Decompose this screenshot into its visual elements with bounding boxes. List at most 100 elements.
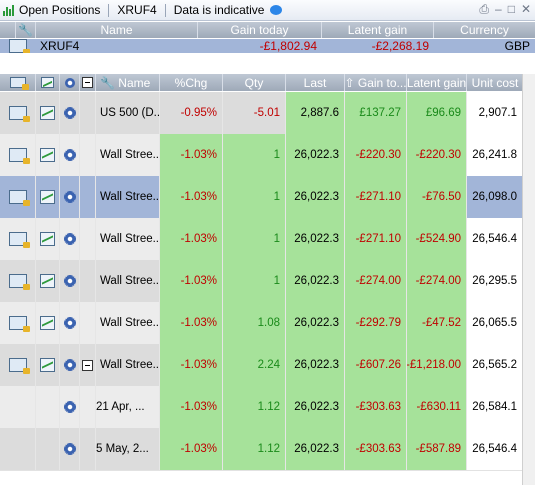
summary-col-icon xyxy=(0,22,16,38)
position-qty: 1.12 xyxy=(223,386,286,428)
position-name: Wall Stree... xyxy=(96,176,160,218)
close-icon[interactable]: ✕ xyxy=(521,2,531,17)
position-chg: -1.03% xyxy=(160,302,223,344)
position-chg: -1.03% xyxy=(160,260,223,302)
summary-col-currency[interactable]: Currency xyxy=(434,22,535,38)
position-gain-today: £137.27 xyxy=(345,92,407,134)
summary-col-gain-today[interactable]: Gain today xyxy=(198,22,322,38)
position-qty: 1.12 xyxy=(223,428,286,470)
empty-cell xyxy=(80,386,96,428)
settings-icon[interactable] xyxy=(60,428,80,470)
settings-icon[interactable] xyxy=(60,218,80,260)
empty-cell xyxy=(0,386,36,428)
position-latent-gain: -£524.90 xyxy=(407,218,467,260)
col-last[interactable]: Last xyxy=(286,74,345,91)
position-row[interactable]: Wall Stree... -1.03% 1.08 26,022.3 -£292.79-… xyxy=(0,302,535,345)
divider xyxy=(108,3,110,17)
position-row[interactable]: Wall Stree... -1.03% 1 26,022.3 -£271.10 -£76… xyxy=(0,176,535,219)
trade-icon[interactable] xyxy=(0,260,36,302)
account-gain-today: -£1,802.94 xyxy=(259,39,317,53)
print-icon[interactable]: ⎙ xyxy=(479,2,489,17)
position-row[interactable]: Wall Stree... -1.03% 2.24 26,022.3 -£607.26-… xyxy=(0,344,535,387)
chart-icon[interactable] xyxy=(36,134,60,176)
position-name: US 500 (D... xyxy=(96,92,160,134)
position-last: 26,022.3 xyxy=(286,428,345,470)
empty-cell xyxy=(80,176,96,218)
col-qty[interactable]: Qty xyxy=(223,74,286,91)
maximize-icon[interactable]: □ xyxy=(508,2,515,17)
position-last: 26,022.3 xyxy=(286,134,345,176)
summary-col-latent-gain[interactable]: Latent gain xyxy=(322,22,434,38)
empty-cell xyxy=(36,428,60,470)
position-unit-cost: 26,584.1 xyxy=(467,386,523,428)
header-trade-icon xyxy=(0,74,36,91)
col-gain-today[interactable]: ⇧ Gain to... xyxy=(345,74,407,91)
trade-icon[interactable] xyxy=(0,218,36,260)
chart-icon[interactable] xyxy=(36,344,60,386)
position-name: Wall Stree... xyxy=(96,302,160,344)
account-summary-row[interactable]: XRUF4 -£1,802.94 -£2,268.19 GBP xyxy=(0,39,535,53)
position-chg: -1.03% xyxy=(160,386,223,428)
position-qty: 2.24 xyxy=(223,344,286,386)
header-expand-icon[interactable] xyxy=(80,74,96,91)
trade-icon[interactable] xyxy=(0,302,36,344)
col-unit-cost[interactable]: Unit cost xyxy=(467,74,523,91)
position-latent-gain: -£76.50 xyxy=(407,176,467,218)
settings-icon[interactable] xyxy=(60,386,80,428)
position-row[interactable]: Wall Stree... -1.03% 1 26,022.3 -£274.00 -£27… xyxy=(0,260,535,303)
settings-icon[interactable] xyxy=(60,302,80,344)
settings-icon[interactable] xyxy=(60,134,80,176)
position-row[interactable]: Wall Stree... -1.03% 1 26,022.3 -£271.10 -£52… xyxy=(0,218,535,261)
col-chg[interactable]: %Chg xyxy=(160,74,223,91)
empty-cell xyxy=(0,428,36,470)
chart-icon[interactable] xyxy=(36,92,60,134)
settings-icon[interactable] xyxy=(60,260,80,302)
position-chg: -1.03% xyxy=(160,428,223,470)
chart-icon[interactable] xyxy=(36,218,60,260)
settings-icon[interactable] xyxy=(60,344,80,386)
col-latent-gain[interactable]: Latent gain xyxy=(407,74,467,91)
position-name: Wall Stree... xyxy=(96,134,160,176)
position-qty: 1 xyxy=(223,176,286,218)
position-row[interactable]: US 500 (D... -0.95% -5.01 2,887.6 £137.27 £96… xyxy=(0,92,535,135)
data-indicative-label: Data is indicative xyxy=(173,3,265,17)
collapse-icon[interactable] xyxy=(80,344,96,386)
sub-position-row[interactable]: 5 May, 2... -1.03% 1.12 26,022.3 -£303.63 -£5… xyxy=(0,428,535,471)
wrench-icon[interactable]: 🔧 xyxy=(100,76,115,90)
trade-icon[interactable] xyxy=(0,39,36,53)
empty-cell xyxy=(80,302,96,344)
position-name: Wall Stree... xyxy=(96,344,160,386)
account-name: XRUF4 xyxy=(40,39,80,53)
position-latent-gain: -£274.00 xyxy=(407,260,467,302)
trade-icon[interactable] xyxy=(0,176,36,218)
position-gain-today: -£607.26 xyxy=(345,344,407,386)
wrench-icon[interactable]: 🔧 xyxy=(16,22,36,38)
settings-icon[interactable] xyxy=(60,176,80,218)
trade-icon[interactable] xyxy=(0,344,36,386)
position-unit-cost: 2,907.1 xyxy=(467,92,523,134)
chart-icon[interactable] xyxy=(36,260,60,302)
vertical-scrollbar[interactable] xyxy=(522,74,535,485)
chart-icon[interactable] xyxy=(36,176,60,218)
position-chg: -1.03% xyxy=(160,218,223,260)
position-row[interactable]: Wall Stree... -1.03% 1 26,022.3 -£220.30 -£22… xyxy=(0,134,535,177)
empty-cell xyxy=(80,92,96,134)
position-name: Wall Stree... xyxy=(96,260,160,302)
sub-position-row[interactable]: 21 Apr, ... -1.03% 1.12 26,022.3 -£303.63 -£6… xyxy=(0,386,535,429)
position-latent-gain: -£1,218.00 xyxy=(407,344,467,386)
account-currency: GBP xyxy=(504,39,530,53)
position-chg: -1.03% xyxy=(160,176,223,218)
settings-icon[interactable] xyxy=(60,92,80,134)
trade-icon[interactable] xyxy=(0,134,36,176)
position-unit-cost: 26,295.5 xyxy=(467,260,523,302)
position-chg: -1.03% xyxy=(160,134,223,176)
col-name[interactable]: 🔧 Name xyxy=(96,74,160,91)
speech-bubble-icon[interactable] xyxy=(270,5,283,15)
position-latent-gain: -£587.89 xyxy=(407,428,467,470)
minimize-icon[interactable]: – xyxy=(495,2,502,17)
position-gain-today: -£271.10 xyxy=(345,176,407,218)
trade-icon[interactable] xyxy=(0,92,36,134)
position-last: 26,022.3 xyxy=(286,386,345,428)
chart-icon[interactable] xyxy=(36,302,60,344)
summary-col-name[interactable]: Name xyxy=(36,22,198,38)
